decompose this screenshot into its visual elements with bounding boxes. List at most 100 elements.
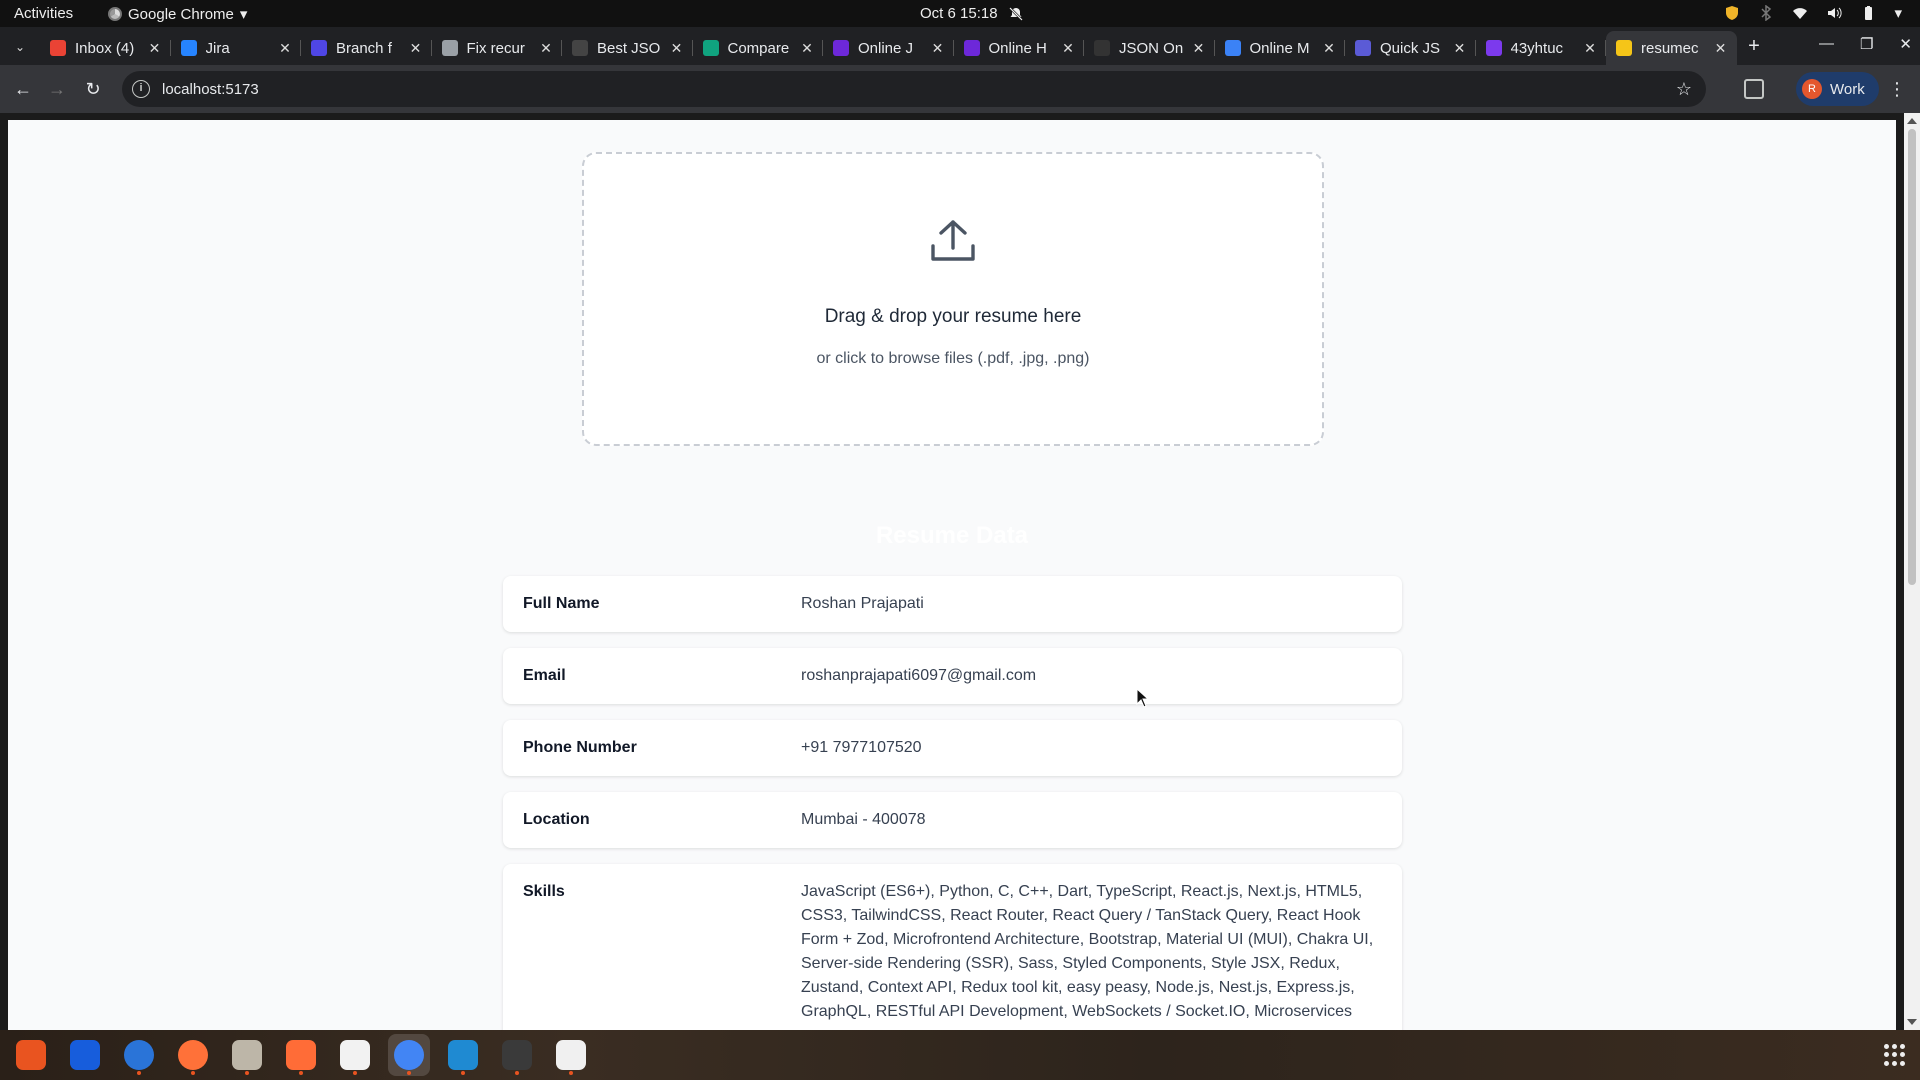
page-scrollbar[interactable] <box>1904 113 1920 1030</box>
tab-label: 43yhtuc <box>1510 39 1564 57</box>
running-indicator <box>137 1071 141 1075</box>
close-tab-icon[interactable]: ✕ <box>1452 40 1468 57</box>
field-value: roshanprajapati6097@gmail.com <box>801 667 1037 684</box>
dock <box>0 1030 1920 1080</box>
tab-label: Online M <box>1249 39 1310 57</box>
site-info-icon[interactable]: i <box>132 80 150 98</box>
browser-tab[interactable]: Best JSO ✕ <box>562 31 693 65</box>
scroll-up-icon[interactable] <box>1907 118 1917 124</box>
show-apps-icon[interactable] <box>1884 1044 1906 1066</box>
close-tab-icon[interactable]: ✕ <box>1191 40 1207 57</box>
tab-favicon-icon <box>311 40 327 56</box>
tab-label: Online J <box>858 39 914 57</box>
new-tab-button[interactable]: + <box>1742 35 1766 58</box>
browser-tab[interactable]: Jira ✕ <box>171 31 302 65</box>
field-value: +91 7977107520 <box>801 739 922 756</box>
dock-chrome[interactable] <box>388 1034 430 1076</box>
dock-bitwarden[interactable] <box>64 1034 106 1076</box>
tab-favicon-icon <box>963 40 980 56</box>
field-label: Location <box>523 811 590 828</box>
minimize-icon[interactable]: — <box>1819 35 1834 53</box>
browser-tab[interactable]: JSON On ✕ <box>1084 31 1215 65</box>
tab-favicon-icon <box>50 40 66 56</box>
scrollbar-thumb[interactable] <box>1908 129 1916 585</box>
close-tab-icon[interactable]: ✕ <box>1713 40 1729 57</box>
browser-tab[interactable]: Inbox (4) ✕ <box>40 31 171 65</box>
close-window-icon[interactable]: ✕ <box>1899 35 1912 53</box>
close-tab-icon[interactable]: ✕ <box>669 40 685 57</box>
avatar: R <box>1802 79 1822 99</box>
dock-thunderbird[interactable] <box>118 1034 160 1076</box>
tab-label: resumec <box>1641 39 1699 57</box>
bookmark-star-icon[interactable]: ☆ <box>1676 79 1692 100</box>
dock-text-editor[interactable] <box>550 1034 592 1076</box>
browser-tab[interactable]: Quick JS ✕ <box>1345 31 1476 65</box>
close-tab-icon[interactable]: ✕ <box>930 40 946 57</box>
field-value: Mumbai - 400078 <box>801 811 926 828</box>
close-tab-icon[interactable]: ✕ <box>408 40 424 57</box>
dock-vscode[interactable] <box>442 1034 484 1076</box>
browser-tab[interactable]: resumec ✕ <box>1606 31 1737 65</box>
close-tab-icon[interactable]: ✕ <box>1321 40 1337 57</box>
dock-files[interactable] <box>226 1034 268 1076</box>
terminal-icon <box>502 1040 532 1070</box>
tab-label: Fix recur <box>466 39 525 57</box>
field-value: Roshan Prajapati <box>801 595 924 612</box>
close-tab-icon[interactable]: ✕ <box>1060 40 1076 57</box>
browser-tab[interactable]: 43yhtuc ✕ <box>1476 31 1607 65</box>
close-tab-icon[interactable]: ✕ <box>538 40 554 57</box>
dock-postman[interactable] <box>280 1034 322 1076</box>
address-url[interactable]: localhost:5173 <box>162 81 1676 98</box>
resume-field-row: Skills JavaScript (ES6+), Python, C, C++,… <box>503 864 1402 1030</box>
back-arrow-icon[interactable]: ← <box>10 76 36 102</box>
activities-button[interactable]: Activities <box>14 5 73 22</box>
scroll-down-icon[interactable] <box>1907 1019 1917 1025</box>
tab-favicon-icon <box>702 40 719 56</box>
address-bar[interactable]: i localhost:5173 ☆ <box>122 71 1706 107</box>
battery-icon <box>1865 6 1873 20</box>
system-tray[interactable]: ▾ <box>1724 4 1902 22</box>
running-indicator <box>299 1071 303 1075</box>
close-tab-icon[interactable]: ✕ <box>277 40 293 57</box>
system-top-bar: Activities Google Chrome ▾ Oct 6 15:18 ▾ <box>0 0 1920 27</box>
browser-tab[interactable]: Online M ✕ <box>1215 31 1346 65</box>
dock-firefox[interactable] <box>172 1034 214 1076</box>
resume-field-row: Full Name Roshan Prajapati <box>503 576 1402 632</box>
close-tab-icon[interactable]: ✕ <box>1582 40 1598 57</box>
browser-tab[interactable]: Online H ✕ <box>954 31 1085 65</box>
app-menu[interactable]: Google Chrome ▾ <box>108 5 247 23</box>
caret-down-icon: ▾ <box>239 6 248 23</box>
inkscape-icon <box>340 1040 370 1070</box>
tab-search-button[interactable]: ⌄ <box>8 35 32 59</box>
app-center-icon <box>16 1040 46 1070</box>
window-controls: — ❐ ✕ <box>1819 35 1912 53</box>
app-menu-label: Google Chrome <box>128 5 234 23</box>
thunderbird-icon <box>124 1040 154 1070</box>
browser-tab[interactable]: Compare ✕ <box>693 31 824 65</box>
browser-tab[interactable]: Online J ✕ <box>823 31 954 65</box>
tab-strip: ⌄ Inbox (4) ✕ Jira ✕ Branch f ✕ Fix recur ✕ Best… <box>0 27 1920 65</box>
close-tab-icon[interactable]: ✕ <box>147 40 163 57</box>
reload-icon[interactable]: ↻ <box>80 76 106 102</box>
resume-dropzone[interactable]: Drag & drop your resume here or click to… <box>582 152 1324 446</box>
dock-inkscape[interactable] <box>334 1034 376 1076</box>
vscode-icon <box>448 1040 478 1070</box>
profile-button[interactable]: R Work <box>1796 72 1879 106</box>
tab-label: Online H <box>988 39 1047 57</box>
maximize-icon[interactable]: ❐ <box>1860 35 1873 53</box>
clock[interactable]: Oct 6 15:18 <box>920 5 1024 22</box>
chrome-menu-icon[interactable]: ⋮ <box>1888 79 1906 100</box>
close-tab-icon[interactable]: ✕ <box>799 40 815 57</box>
dock-terminal[interactable] <box>496 1034 538 1076</box>
text-editor-icon <box>556 1040 586 1070</box>
extensions-icon[interactable] <box>1744 79 1764 99</box>
tab-label: Compare <box>727 39 790 57</box>
resume-field-row: Email roshanprajapati6097@gmail.com <box>503 648 1402 704</box>
browser-tab[interactable]: Branch f ✕ <box>301 31 432 65</box>
resume-field-row: Location Mumbai - 400078 <box>503 792 1402 848</box>
tab-favicon-icon <box>180 40 197 56</box>
browser-tab[interactable]: Fix recur ✕ <box>432 31 563 65</box>
chrome-icon <box>394 1040 424 1070</box>
forward-arrow-icon[interactable]: → <box>44 76 70 102</box>
dock-app-center[interactable] <box>10 1034 52 1076</box>
